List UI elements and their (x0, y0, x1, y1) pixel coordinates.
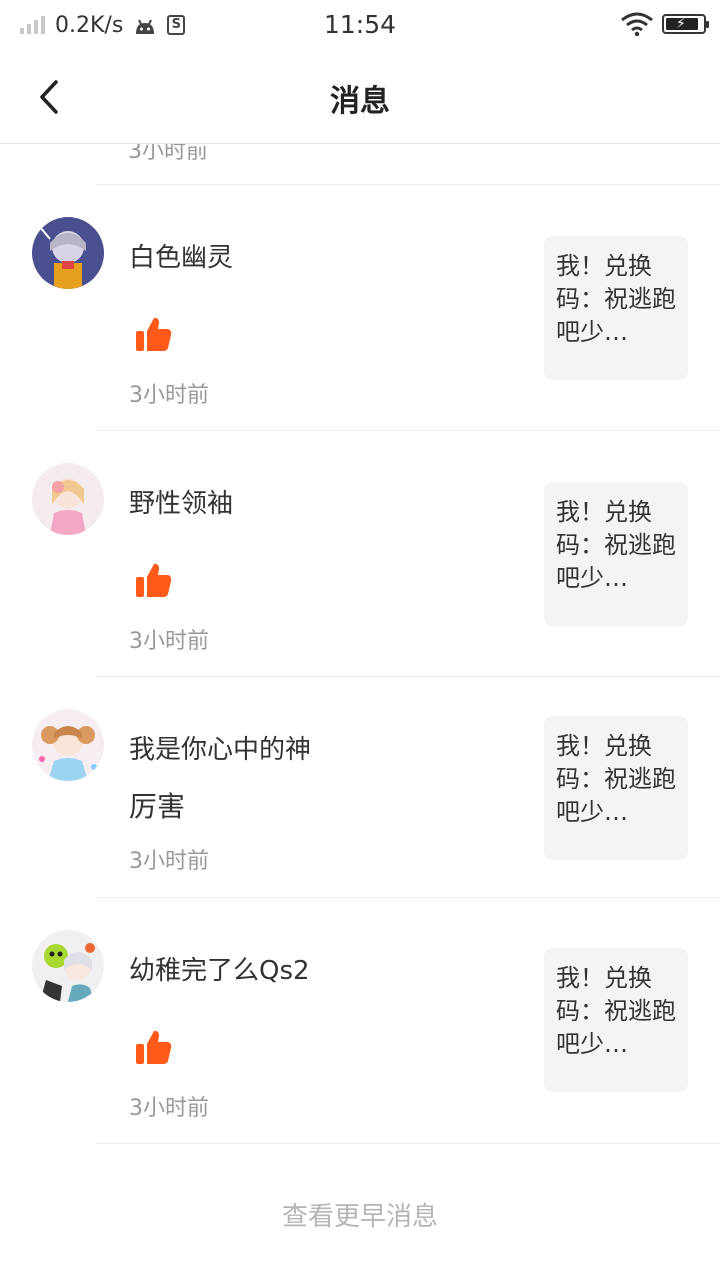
status-right: ⚡ (620, 12, 709, 36)
comment-text: 厉害 (129, 790, 186, 823)
avatar[interactable] (32, 709, 104, 781)
avatar[interactable] (32, 930, 104, 1002)
post-preview-card[interactable]: 我！兑换码：祝逃跑吧少… (544, 716, 688, 860)
user-name[interactable]: 幼稚完了么Qs2 (129, 950, 310, 987)
list-item-time: 3小时前 (129, 1096, 209, 1121)
status-time: 11:54 (323, 10, 397, 39)
post-preview-card[interactable]: 我！兑换码：祝逃跑吧少… (544, 482, 688, 626)
battery-icon: ⚡ (662, 14, 709, 34)
divider (96, 897, 720, 898)
thumbs-up-icon (136, 563, 172, 597)
divider (96, 430, 720, 431)
avatar[interactable] (32, 463, 104, 535)
divider (96, 1143, 720, 1144)
list-item-time: 3小时前 (129, 849, 209, 874)
avatar[interactable] (32, 217, 104, 289)
list-item-time: 3小时前 (129, 629, 209, 654)
top-nav-bar: 消息 (0, 50, 720, 144)
user-name[interactable]: 白色幽灵 (129, 237, 233, 274)
thumbs-up-icon (136, 317, 172, 351)
post-preview-card[interactable]: 我！兑换码：祝逃跑吧少… (544, 236, 688, 380)
page-title: 消息 (330, 84, 390, 119)
divider (96, 184, 720, 185)
user-name[interactable]: 野性领袖 (129, 483, 233, 520)
post-preview-card[interactable]: 我！兑换码：祝逃跑吧少… (544, 948, 688, 1092)
user-name[interactable]: 我是你心中的神 (129, 729, 311, 766)
status-bar: 0.2K/s S 11:54 ⚡ (0, 0, 720, 50)
thumbs-up-icon (136, 1030, 172, 1064)
divider (96, 676, 720, 677)
list-item-time: 3小时前 (129, 383, 209, 408)
view-earlier-messages-button[interactable]: 查看更早消息 (0, 1196, 720, 1233)
wifi-icon (621, 12, 653, 36)
